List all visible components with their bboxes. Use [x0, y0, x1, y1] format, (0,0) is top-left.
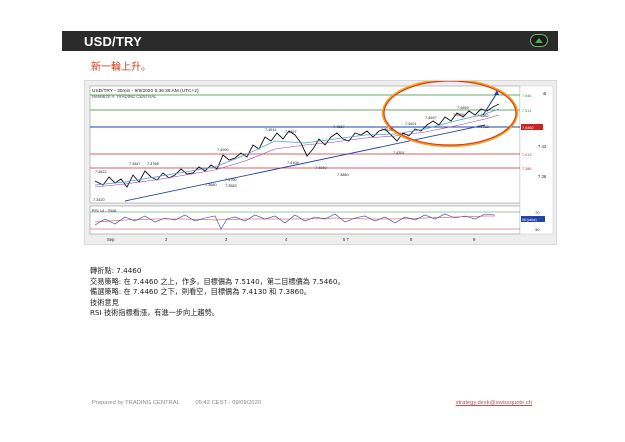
prepared-by: Prepared by TRADING CENTRAL [92, 400, 180, 406]
rsi-tick: 30 [535, 227, 540, 232]
headline: 新一輪上升。 [91, 62, 151, 73]
point-label: 7.4559 [457, 106, 469, 110]
level-tag: 7.4462 [522, 126, 534, 130]
point-label: 7.4733 [477, 125, 489, 129]
point-label: 7.3547 [129, 162, 141, 166]
date-axis: Sep 2 3 4 5 7 8 9 [107, 237, 476, 242]
rsi-tag: 58 (value) [522, 218, 537, 222]
point-label: 7.4351 [393, 151, 405, 155]
date-tick: 9 [473, 237, 476, 242]
point-label: 7.3583 [225, 184, 237, 188]
level-tag: 7.386 [522, 167, 532, 171]
date-tick: 5 7 [343, 237, 349, 242]
point-label: 7.4457 [285, 130, 297, 134]
point-label: 7.4090 [217, 148, 229, 152]
triangle-up-icon [535, 38, 543, 43]
contact-email-link[interactable]: strategy.desk@swissquote.ch [456, 400, 532, 406]
price-tick: 7.36 [538, 174, 547, 179]
pivot-point: 轉折點: 7.4460 [90, 266, 142, 275]
point-label: 7.4356 [453, 113, 465, 117]
point-label: 7.3420 [93, 198, 105, 202]
footer-left: Prepared by TRADING CENTRAL 05:42 CEST -… [92, 400, 275, 406]
date-tick: 8 [410, 237, 413, 242]
alternative-strategy: 備選策略: 在 7.4460 之下，則看空，目標價為 7.4130 和 7.38… [90, 287, 311, 296]
point-label: 7.4511 [265, 128, 276, 132]
level-tag: 7.514 [522, 109, 532, 113]
point-label: 7.4597 [425, 116, 437, 120]
date-tick: 4 [285, 237, 288, 242]
analysis-text: 轉折點: 7.4460 交易策略: 在 7.4460 之上，作多，目標價為 7.… [90, 266, 345, 319]
point-label: 7.4105 [287, 161, 299, 165]
point-label: 7.4567 [333, 125, 345, 129]
date-tick: Sep [107, 237, 115, 242]
level-tag: 7.413 [522, 153, 532, 157]
point-label: 7.3768 [147, 162, 159, 166]
page-title: USD/TRY [84, 34, 142, 49]
point-label: 7.3880 [337, 173, 349, 177]
point-label: 7.3622 [95, 170, 107, 174]
trading-strategy: 交易策略: 在 7.4460 之上，作多，目標價為 7.5140，第二目標價為 … [90, 276, 345, 286]
chart-image: USD/TRY - 30min - 9/9/2020 5:36:39 AM (U… [84, 80, 557, 245]
level-tag: 7.546 [522, 94, 532, 98]
point-label: 7.3760 [225, 178, 237, 182]
point-label: 7.4662 [477, 114, 489, 118]
technical-heading: 技術意見 [90, 297, 119, 307]
point-label: 7.4040 [315, 166, 327, 170]
chart-svg: USD/TRY - 30min - 9/9/2020 5:36:39 AM (U… [89, 81, 554, 242]
rsi-tick: 70 [535, 210, 540, 215]
rsi-panel [89, 205, 521, 235]
date-tick: 3 [225, 237, 228, 242]
timestamp: 05:42 CEST - 09/09/2020 [195, 400, 262, 406]
point-label: 7.3680 [205, 183, 217, 187]
point-label: 7.4521 [405, 122, 417, 126]
collapse-up-button[interactable] [530, 34, 548, 47]
point-label: 7.4528 [381, 128, 393, 132]
date-tick: 2 [165, 237, 168, 242]
technical-comment: RSI 技術指標看漲，有進一步向上趨勢。 [90, 308, 219, 317]
price-tick: 7.42 [538, 144, 547, 149]
header-bar: USD/TRY [62, 31, 558, 51]
